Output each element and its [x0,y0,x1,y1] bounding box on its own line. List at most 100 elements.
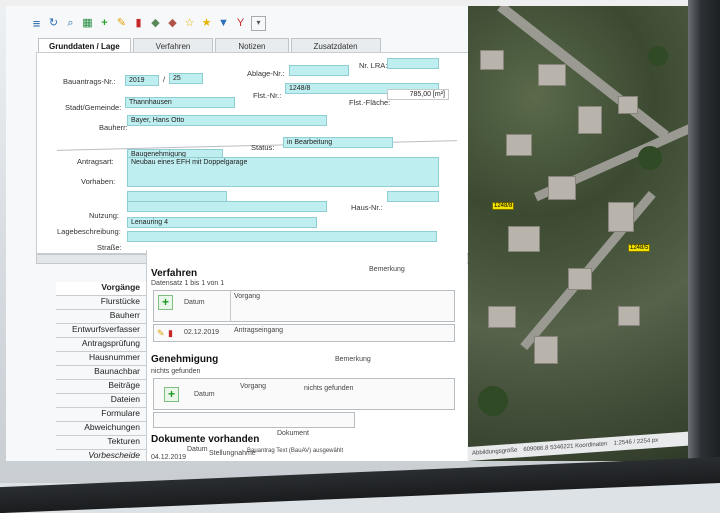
aerial-map[interactable]: 1248/8 1248/5 Abbildungsgröße 609086.8 5… [468,6,690,461]
dropdown-icon[interactable]: ▾ [251,15,266,31]
verfahren-count: Datensatz 1 bis 1 von 1 [151,280,225,287]
flst-label: Flst.-Nr.: [253,91,282,100]
layer-remove-icon[interactable]: ◆ [166,17,179,30]
column-separator [230,291,231,321]
export-icon[interactable]: ▦ [81,17,94,30]
map-building [608,202,634,232]
map-building [534,336,558,364]
nutzung-label: Nutzung: [89,211,120,220]
monitor-bezel-right [688,0,720,483]
map-building [488,306,516,328]
map-tree [638,146,662,170]
map-building [480,50,504,70]
verfahren-col-bemerkung: Bemerkung [369,266,405,273]
sidebar-item-vorbescheide[interactable]: Vorbescheide [56,450,146,461]
map-building [508,226,540,252]
stadt-label: Stadt/Gemeinde: [65,103,122,112]
map-building [548,176,576,200]
sidebar-item-vorgaenge[interactable]: Vorgänge [56,282,146,296]
map-status-scale: 1:2546 / 2254 px [613,437,659,447]
toolbar: ≡ ↻ ⌕ ▦ + ✎ ▮ ◆ ◆ ☆ ★ ▼ Y ▾ [30,14,266,32]
map-status-size: Abbildungsgröße [472,447,518,457]
filter-icon[interactable]: ▼ [217,17,230,30]
add-genehmigung-button[interactable]: + [164,387,179,402]
stadt-field[interactable]: Thannhausen [125,97,235,108]
antragsart-label: Antragsart: [77,157,114,166]
refresh-icon[interactable]: ↻ [47,17,60,30]
genehmigung-table: + Datum Vorgang nichts gefunden [153,378,455,410]
lra-label: Nr. LRA: [359,61,388,70]
genehmigung-count: nichts gefunden [151,368,201,375]
bauantrags-year-field[interactable]: 2019 [125,75,159,86]
strasse-label: Straße: [97,243,122,252]
add-icon[interactable]: + [98,17,111,30]
delete-icon[interactable]: ▮ [168,328,173,339]
dokumente-col-dokument: Dokument [277,430,309,437]
add-vorgang-button[interactable]: + [158,295,173,310]
flaeche-label: Flst.-Fläche: [349,98,391,107]
sidebar-item-abweichungen[interactable]: Abweichungen [56,422,146,436]
sidebar-item-antragspruefung[interactable]: Antragsprüfung [56,338,146,352]
ablage-label: Ablage-Nr.: [247,69,285,78]
genehmigung-empty: nichts gefunden [304,385,354,392]
nutzung-field[interactable] [127,201,327,212]
star-icon[interactable]: ☆ [183,17,196,30]
map-parcel-marker[interactable]: 1248/5 [628,244,651,252]
delete-icon[interactable]: ▮ [132,17,145,30]
sidebar-item-entwurfsverfasser[interactable]: Entwurfsverfasser [56,324,146,338]
genehmigung-col-bemerkung: Bemerkung [335,356,371,363]
dokumente-col-datum: Datum [187,446,208,453]
edit-icon[interactable]: ✎ [157,328,165,339]
filter-clear-icon[interactable]: Y [234,17,247,30]
map-status-coordinates: 609086.8 5346221 Koordinaten [523,441,608,454]
map-status-bar: Abbildungsgröße 609086.8 5346221 Koordin… [468,431,690,461]
vorhaben-field[interactable]: Neubau eines EFH mit Doppelgarage [127,157,439,187]
genehmigung-empty-row [153,412,355,428]
search-icon[interactable]: ⌕ [64,17,77,30]
verfahren-col-datum: Datum [184,299,205,306]
map-parcel-marker[interactable]: 1248/8 [492,202,515,210]
map-building [618,96,638,114]
verfahren-row-vorgang: Antragseingang [234,327,284,334]
map-building [538,64,566,86]
sidebar-item-tekturen[interactable]: Tekturen [56,436,146,450]
map-building [578,106,602,134]
sidebar-item-baunachbar[interactable]: Baunachbar [56,366,146,380]
bauherr-label: Bauherr: [99,123,128,132]
strasse-field[interactable] [127,231,437,242]
sidebar-item-flurstuecke[interactable]: Flurstücke [56,296,146,310]
verfahren-col-vorgang: Vorgang [234,293,261,300]
map-building [568,268,592,290]
vorhaben-label: Vorhaben: [81,177,116,186]
menu-icon[interactable]: ≡ [30,17,43,30]
monitor-screen: ≡ ↻ ⌕ ▦ + ✎ ▮ ◆ ◆ ☆ ★ ▼ Y ▾ Grunddaten /… [6,6,690,461]
lra-field[interactable] [387,58,439,69]
sidebar-item-dateien[interactable]: Dateien [56,394,146,408]
flaeche-field[interactable]: 785,00 [m²] [387,89,449,100]
sidebar-item-formulare[interactable]: Formulare [56,408,146,422]
edit-icon[interactable]: ✎ [115,17,128,30]
bauantrags-separator: / [163,75,166,84]
sidebar-item-hausnummer[interactable]: Hausnummer [56,352,146,366]
dokumente-title: Dokumente vorhanden [151,434,260,445]
table-row[interactable]: ✎ ▮ 02.12.2019 Antragseingang [153,324,455,342]
bauherr-field[interactable]: Bayer, Hans Otto [127,115,327,126]
hausnr-label: Haus-Nr.: [351,203,383,212]
status-label: Status: [251,143,275,152]
hausnr-field[interactable] [387,191,439,202]
sidebar: Vorgänge Flurstücke Bauherr Entwurfsverf… [56,282,146,461]
lage-field[interactable]: Lenauring 4 [127,217,317,228]
bauantrags-number-field[interactable]: 25 [169,73,203,84]
sidebar-item-bauherr[interactable]: Bauherr [56,310,146,324]
map-building [506,134,532,156]
layer-add-icon[interactable]: ◆ [149,17,162,30]
lage-label: Lagebeschreibung: [57,227,121,236]
sidebar-item-beitraege[interactable]: Beiträge [56,380,146,394]
bauantrags-label: Bauantrags-Nr.: [63,77,116,86]
status-field[interactable]: in Bearbeitung [283,137,393,148]
map-tree [648,46,668,66]
genehmigung-title: Genehmigung [151,354,219,365]
map-building [618,306,640,326]
star-folder-icon[interactable]: ★ [200,17,213,30]
ablage-field[interactable] [289,65,349,76]
